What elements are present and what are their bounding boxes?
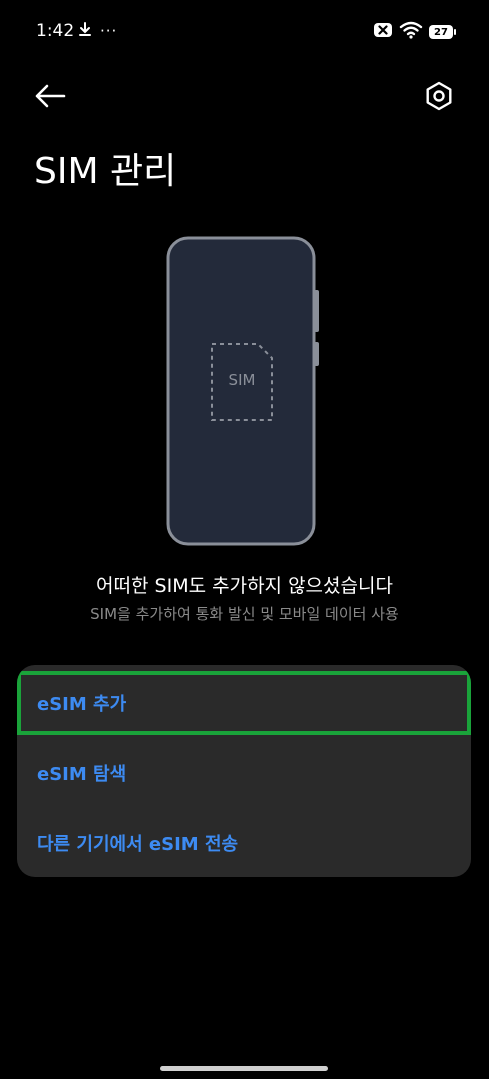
esim-options-card: eSIM 추가 eSIM 탐색 다른 기기에서 eSIM 전송 (17, 665, 471, 877)
empty-state-subtitle: SIM을 추가하여 통화 발신 및 모바일 데이터 사용 (90, 605, 399, 623)
status-time: 1:42 (36, 21, 75, 41)
back-button[interactable] (30, 76, 70, 116)
download-icon (78, 21, 92, 41)
page-title: SIM 관리 (34, 151, 177, 192)
status-left-icons: ··· (78, 21, 117, 41)
settings-hex-icon (419, 81, 459, 120)
explore-esim-button[interactable]: eSIM 탐색 (17, 741, 471, 805)
more-notifications-icon: ··· (100, 22, 118, 40)
close-badge-icon (373, 22, 393, 42)
settings-button[interactable] (419, 76, 459, 116)
wifi-icon (399, 21, 423, 43)
add-esim-button[interactable]: eSIM 추가 (17, 671, 471, 735)
home-indicator[interactable] (160, 1066, 328, 1071)
empty-state-title: 어떠한 SIM도 추가하지 않으셨습니다 (96, 575, 393, 597)
battery-level: 27 (434, 26, 448, 38)
battery-icon: 27 (429, 25, 456, 39)
back-arrow-icon (30, 84, 70, 120)
status-right-icons: 27 (373, 21, 456, 43)
sim-card-label: SIM (228, 371, 256, 389)
status-bar: 1:42 ··· 27 (0, 0, 489, 62)
top-bar (0, 70, 489, 120)
transfer-esim-button[interactable]: 다른 기기에서 eSIM 전송 (17, 811, 471, 875)
phone-illustration: SIM (166, 236, 322, 548)
